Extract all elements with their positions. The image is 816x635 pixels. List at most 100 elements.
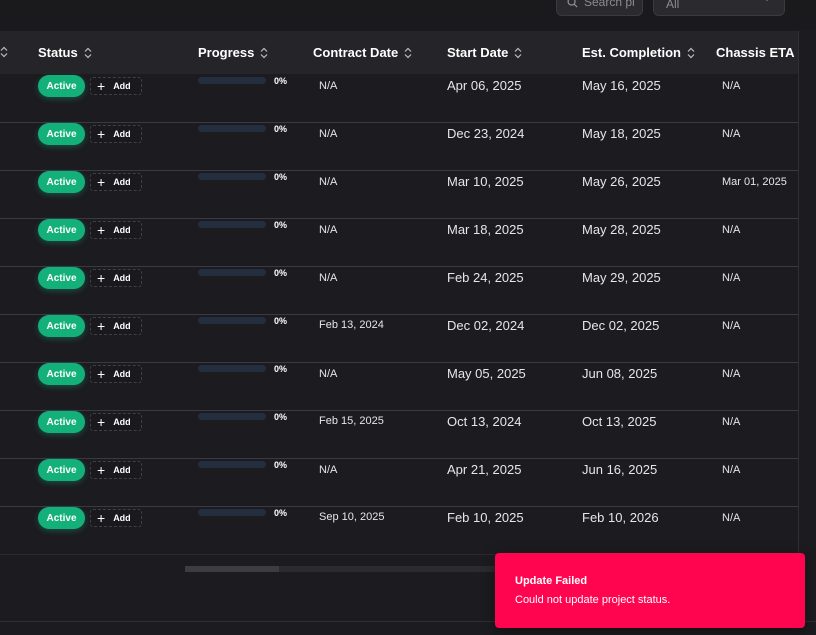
- chassis-eta-cell: N/A: [722, 128, 741, 140]
- add-button[interactable]: + Add: [90, 173, 142, 191]
- table-row[interactable]: Active + Add 0% Feb 13, 2024 Dec 02, 2024 Dec …: [0, 314, 798, 363]
- progress-bar: [198, 413, 266, 420]
- est-completion-cell: Feb 10, 2026: [582, 510, 659, 525]
- column-header-progress[interactable]: Progress: [198, 45, 268, 60]
- plus-icon: +: [97, 366, 106, 382]
- table-header: Status Progress Contract Date Start Date…: [0, 31, 798, 74]
- add-button[interactable]: + Add: [90, 125, 142, 143]
- add-button[interactable]: + Add: [90, 461, 142, 479]
- start-date-cell: Apr 06, 2025: [447, 78, 522, 93]
- progress-label: 0%: [274, 412, 288, 422]
- filter-select[interactable]: All: [653, 0, 785, 16]
- start-date-cell: Apr 21, 2025: [447, 462, 522, 477]
- column-header-start-date[interactable]: Start Date: [447, 45, 522, 60]
- sort-icon[interactable]: [0, 45, 8, 63]
- start-date-cell: Feb 10, 2025: [447, 510, 524, 525]
- contract-date-cell: N/A: [319, 80, 338, 92]
- column-header-label: Chassis ETA: [716, 45, 795, 60]
- chassis-eta-cell: N/A: [722, 464, 741, 476]
- table-row[interactable]: Active + Add 0% N/A Apr 06, 2025 May 16, 2025 N…: [0, 74, 798, 123]
- status-badge[interactable]: Active: [38, 219, 85, 241]
- status-badge[interactable]: Active: [38, 363, 85, 385]
- plus-icon: +: [97, 270, 106, 286]
- status-badge[interactable]: Active: [38, 411, 85, 433]
- add-button[interactable]: + Add: [90, 221, 142, 239]
- status-badge[interactable]: Active: [38, 315, 85, 337]
- est-completion-cell: May 28, 2025: [582, 222, 661, 237]
- search-box[interactable]: [556, 0, 643, 16]
- plus-icon: +: [97, 414, 106, 430]
- error-toast[interactable]: Update Failed Could not update project s…: [495, 553, 805, 628]
- column-header-status[interactable]: Status: [38, 45, 92, 60]
- search-input[interactable]: [584, 0, 634, 9]
- plus-icon: +: [97, 126, 106, 142]
- table-row[interactable]: Active + Add 0% N/A Mar 10, 2025 May 26, 2025 M…: [0, 170, 798, 219]
- column-header-contract-date[interactable]: Contract Date: [313, 45, 412, 60]
- sort-icon: [687, 47, 695, 58]
- add-button-label: Add: [113, 369, 131, 379]
- scrollbar-thumb[interactable]: [185, 566, 279, 572]
- est-completion-cell: May 18, 2025: [582, 126, 661, 141]
- add-button-label: Add: [113, 129, 131, 139]
- est-completion-cell: May 26, 2025: [582, 174, 661, 189]
- status-badge[interactable]: Active: [38, 507, 85, 529]
- status-badge[interactable]: Active: [38, 75, 85, 97]
- add-button-label: Add: [113, 177, 131, 187]
- table-row[interactable]: Active + Add 0% N/A May 05, 2025 Jun 08, 2025 N…: [0, 362, 798, 411]
- column-header-chassis-eta[interactable]: Chassis ETA: [716, 45, 798, 60]
- plus-icon: +: [97, 222, 106, 238]
- table-row[interactable]: Active + Add 0% Sep 10, 2025 Feb 10, 2025 Feb …: [0, 506, 798, 555]
- add-button[interactable]: + Add: [90, 317, 142, 335]
- column-header-label: Est. Completion: [582, 45, 681, 60]
- add-button-label: Add: [113, 225, 131, 235]
- status-badge[interactable]: Active: [38, 171, 85, 193]
- plus-icon: +: [97, 510, 106, 526]
- progress-label: 0%: [274, 460, 288, 470]
- add-button[interactable]: + Add: [90, 413, 142, 431]
- contract-date-cell: N/A: [319, 368, 338, 380]
- table-row[interactable]: Active + Add 0% N/A Dec 23, 2024 May 18, 2025 N…: [0, 122, 798, 171]
- sort-icon: [84, 47, 92, 58]
- plus-icon: +: [97, 174, 106, 190]
- progress-label: 0%: [274, 76, 288, 86]
- progress-bar: [198, 77, 266, 84]
- contract-date-cell: N/A: [319, 464, 338, 476]
- status-badge[interactable]: Active: [38, 459, 85, 481]
- status-badge[interactable]: Active: [38, 267, 85, 289]
- table-row[interactable]: Active + Add 0% N/A Feb 24, 2025 May 29, 2025 N…: [0, 266, 798, 315]
- table-row[interactable]: Active + Add 0% N/A Apr 21, 2025 Jun 16, 2025 N…: [0, 458, 798, 507]
- chevron-down-icon: [766, 0, 768, 1]
- column-header-label: Contract Date: [313, 45, 399, 60]
- table-row[interactable]: Active + Add 0% N/A Mar 18, 2025 May 28, 2025 N…: [0, 218, 798, 267]
- start-date-cell: May 05, 2025: [447, 366, 526, 381]
- add-button[interactable]: + Add: [90, 365, 142, 383]
- est-completion-cell: Oct 13, 2025: [582, 414, 657, 429]
- add-button[interactable]: + Add: [90, 77, 142, 95]
- status-badge[interactable]: Active: [38, 123, 85, 145]
- contract-date-cell: N/A: [319, 224, 338, 236]
- progress-bar: [198, 317, 266, 324]
- column-header-est-completion[interactable]: Est. Completion: [582, 45, 695, 60]
- column-header-label: Status: [38, 45, 78, 60]
- add-button[interactable]: + Add: [90, 269, 142, 287]
- progress-label: 0%: [274, 364, 288, 374]
- add-button[interactable]: + Add: [90, 509, 142, 527]
- top-toolbar: All: [0, 0, 816, 30]
- start-date-cell: Mar 10, 2025: [447, 174, 524, 189]
- chassis-eta-cell: Mar 01, 2025: [722, 176, 787, 188]
- contract-date-cell: N/A: [319, 272, 338, 284]
- est-completion-cell: Jun 16, 2025: [582, 462, 658, 477]
- start-date-cell: Feb 24, 2025: [447, 270, 524, 285]
- start-date-cell: Oct 13, 2024: [447, 414, 522, 429]
- chassis-eta-cell: N/A: [722, 368, 741, 380]
- toast-title: Update Failed: [515, 575, 588, 587]
- column-header-label: Progress: [198, 45, 255, 60]
- sort-icon: [404, 47, 412, 58]
- toast-message: Could not update project status.: [515, 594, 671, 606]
- progress-label: 0%: [274, 508, 288, 518]
- progress-bar: [198, 125, 266, 132]
- progress-bar: [198, 221, 266, 228]
- chassis-eta-cell: N/A: [722, 320, 741, 332]
- table-row[interactable]: Active + Add 0% Feb 15, 2025 Oct 13, 2024 Oct …: [0, 410, 798, 459]
- contract-date-cell: N/A: [319, 176, 338, 188]
